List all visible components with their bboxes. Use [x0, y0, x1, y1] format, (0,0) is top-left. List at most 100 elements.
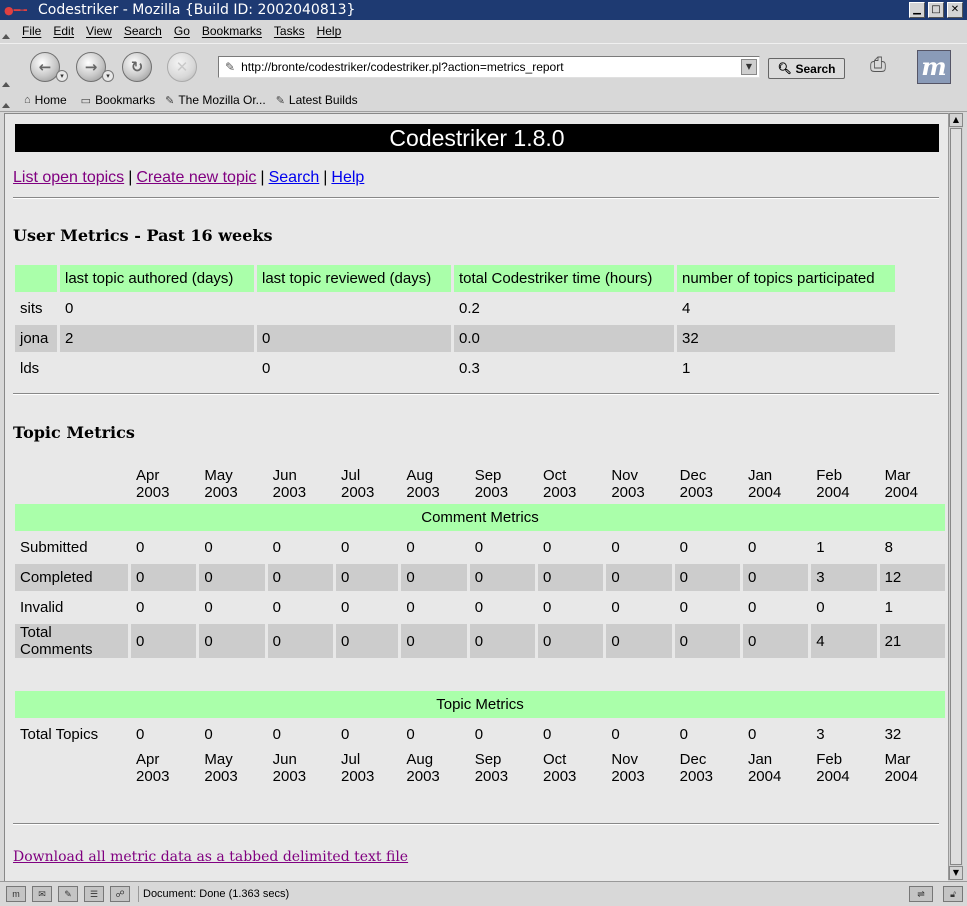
table-cell: 0: [742, 564, 809, 591]
back-dropdown-icon[interactable]: ▾: [56, 70, 68, 82]
user-metrics-heading: User Metrics - Past 16 weeks: [13, 226, 273, 245]
menu-go[interactable]: Go: [174, 24, 190, 38]
navigator-icon[interactable]: m: [6, 886, 26, 902]
close-window-button[interactable]: ✕: [947, 2, 963, 18]
url-bar[interactable]: ✎ ▼: [218, 56, 760, 78]
month-label: Sep: [474, 751, 502, 768]
table-cell: 0: [406, 726, 415, 743]
year-label: 2003: [474, 484, 509, 501]
month-cell: Jul 2003: [336, 751, 398, 785]
year-label: 2003: [611, 768, 645, 785]
year-label: 2004: [816, 768, 850, 785]
download-metrics-link[interactable]: Download all metric data as a tabbed del…: [13, 849, 408, 865]
home-label: Home: [34, 93, 67, 107]
user-cell: lds: [20, 360, 40, 377]
help-link[interactable]: Help: [331, 169, 364, 186]
mozilla-throbber-icon[interactable]: m: [917, 50, 951, 84]
reload-button[interactable]: ↻: [122, 52, 152, 82]
month-cell: Oct 2003: [538, 467, 603, 501]
addressbook-icon[interactable]: ☰: [84, 886, 104, 902]
table-cell: 0: [474, 539, 484, 556]
table-cell: 0: [679, 539, 688, 556]
mozilla-org-label: The Mozilla Or...: [178, 93, 266, 107]
table-cell: 0: [136, 726, 145, 743]
month-cell: Aug 2003: [401, 751, 466, 785]
table-cell: 0: [257, 325, 451, 352]
table-cell: 32: [677, 325, 895, 352]
year-label: 2004: [816, 484, 850, 501]
personalbar-grip[interactable]: [0, 89, 10, 111]
url-input[interactable]: [241, 60, 742, 74]
bookmark-latest-builds[interactable]: ✎ Latest Builds: [276, 93, 358, 107]
divider: [13, 197, 939, 199]
row-label-cell: Submitted: [20, 539, 88, 556]
stop-icon: ✕: [175, 58, 189, 76]
table-cell: 4: [682, 300, 691, 317]
menu-view[interactable]: View: [86, 24, 112, 38]
month-label: Feb: [816, 467, 843, 484]
magnifier-icon: 🔍︎: [777, 63, 792, 75]
table-cell: 0: [606, 564, 672, 591]
list-open-topics-link[interactable]: List open topics: [13, 169, 124, 186]
maximize-button[interactable]: □: [928, 2, 944, 18]
composer-icon[interactable]: ✎: [58, 886, 78, 902]
table-cell: 0: [272, 726, 282, 743]
security-lock-icon[interactable]: 🔓︎: [943, 886, 963, 902]
month-cell: Nov 2003: [606, 467, 671, 501]
year-label: 2003: [474, 768, 509, 785]
month-cell: Nov 2003: [606, 751, 671, 785]
url-dropdown-icon[interactable]: ▼: [741, 59, 757, 75]
navbar-grip[interactable]: [0, 44, 10, 90]
month-label: Sep: [474, 467, 502, 484]
menu-file[interactable]: File: [22, 24, 41, 38]
row-label-cell: Total Topics: [20, 726, 99, 743]
home-button[interactable]: ⌂ Home: [24, 93, 67, 107]
search-link[interactable]: Search: [269, 169, 320, 186]
group-header-cell: Topic Metrics: [15, 691, 945, 718]
table-cell: 0: [204, 539, 213, 556]
minimize-button[interactable]: ▁: [909, 2, 925, 18]
irc-icon[interactable]: ☍: [110, 886, 130, 902]
table-cell: 0: [611, 539, 620, 556]
table-cell: [60, 355, 254, 382]
bookmarks-folder[interactable]: ▭ Bookmarks: [81, 93, 155, 107]
table-row: lds 0 0.3 1: [15, 355, 895, 382]
table-cell: 0: [267, 564, 333, 591]
scrollbar-thumb[interactable]: [950, 128, 962, 865]
create-new-topic-link[interactable]: Create new topic: [136, 169, 256, 186]
table-cell: 0: [267, 624, 333, 658]
table-cell: 0: [406, 599, 415, 616]
table-cell: 0: [747, 599, 757, 616]
page-banner: Codestriker 1.8.0: [15, 124, 939, 152]
row-label-cell: Invalid: [20, 599, 64, 616]
scroll-down-icon[interactable]: ▼: [949, 866, 963, 880]
menu-bookmarks[interactable]: Bookmarks: [202, 24, 262, 38]
bookmark-mozilla-org[interactable]: ✎ The Mozilla Or...: [165, 93, 266, 107]
stop-button[interactable]: ✕: [167, 52, 197, 82]
search-button-label: Search: [795, 61, 836, 76]
menu-search[interactable]: Search: [124, 24, 162, 38]
table-cell: 4: [811, 624, 877, 658]
link-separator: |: [323, 169, 328, 186]
table-cell: 0: [401, 564, 467, 591]
month-cell: Jan 2004: [743, 467, 808, 501]
menu-edit[interactable]: Edit: [53, 24, 74, 38]
table-cell: 12: [879, 564, 945, 591]
header-cell: last topic authored (days): [60, 265, 254, 292]
scroll-up-icon[interactable]: ▲: [949, 113, 963, 127]
forward-arrow-icon: →: [84, 58, 98, 76]
month-cell: May 2003: [199, 467, 264, 501]
menubar-grip[interactable]: [0, 20, 10, 42]
year-label: 2004: [747, 768, 782, 785]
online-status-icon[interactable]: ⇌: [909, 886, 933, 902]
table-cell: 0: [474, 726, 484, 743]
menu-help[interactable]: Help: [317, 24, 342, 38]
forward-dropdown-icon[interactable]: ▾: [102, 70, 114, 82]
mail-icon[interactable]: ✉: [32, 886, 52, 902]
month-cell: Sep 2003: [470, 467, 535, 501]
search-button[interactable]: 🔍︎ Search: [768, 58, 845, 79]
vertical-scrollbar[interactable]: ▲ ▼: [948, 113, 963, 880]
menu-tasks[interactable]: Tasks: [274, 24, 305, 38]
print-icon[interactable]: ⎙: [870, 52, 886, 76]
table-row: jona 2 0 0.0 32: [15, 325, 895, 352]
